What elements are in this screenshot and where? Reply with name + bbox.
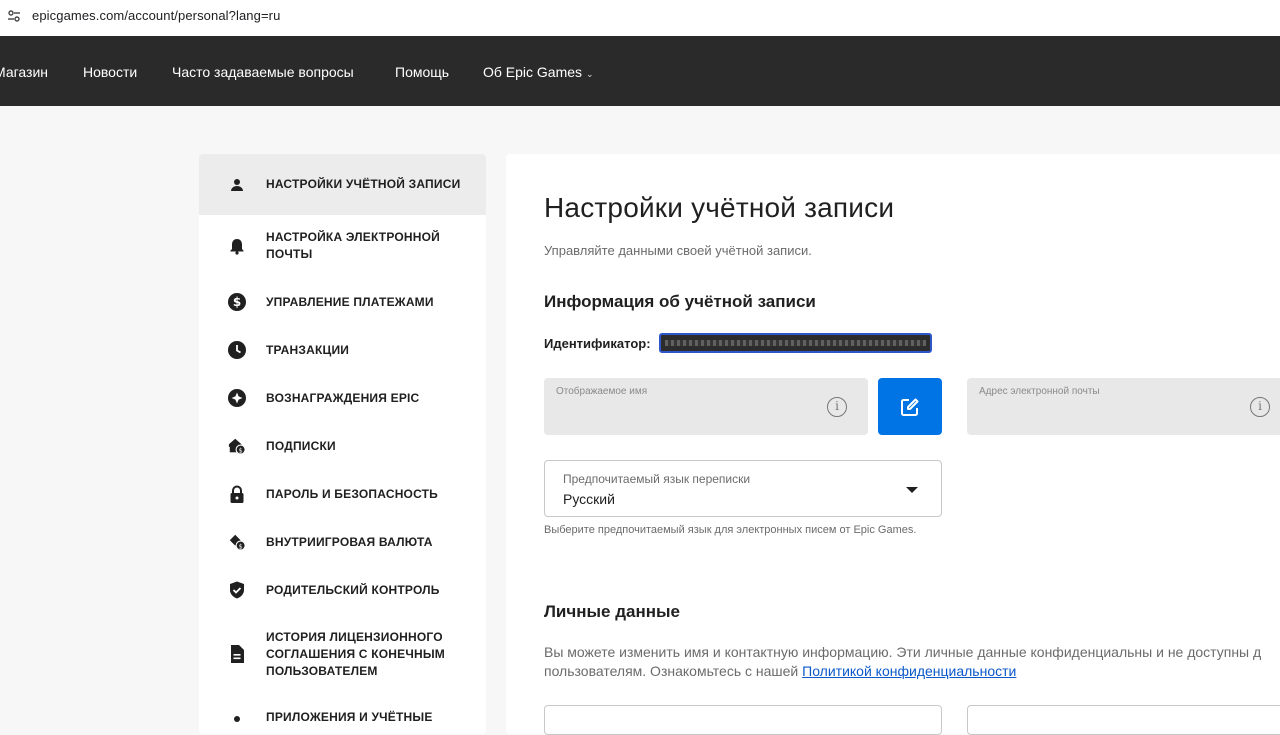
language-select-label: Предпочитаемый язык переписки — [563, 472, 751, 486]
person-icon — [228, 176, 246, 194]
sidebar-item-epic-rewards[interactable]: Вознаграждения Epic — [199, 378, 486, 418]
language-select-value: Русский — [563, 491, 615, 507]
sidebar-item-label: Настройка электронной почты — [266, 230, 440, 261]
sidebar-item-label: Настройки учётной записи — [266, 177, 461, 191]
nav-faq[interactable]: Часто задаваемые вопросы — [172, 36, 354, 106]
edit-icon — [901, 398, 919, 416]
url-text[interactable]: epicgames.com/account/personal?lang=ru — [32, 8, 280, 23]
bell-icon — [228, 237, 246, 255]
last-name-field[interactable] — [967, 705, 1280, 735]
site-settings-icon[interactable] — [7, 9, 21, 22]
chevron-down-icon: ⌄ — [586, 69, 594, 79]
nav-help[interactable]: Помощь — [395, 36, 449, 106]
email-field[interactable]: Адрес электронной почты i — [967, 378, 1280, 435]
sidebar-item-parental-controls[interactable]: Родительский контроль — [199, 570, 486, 610]
personal-data-line2-text: пользователям. Ознакомьтесь с нашей — [544, 663, 803, 679]
sidebar-item-password-security[interactable]: Пароль и безопасность — [199, 474, 486, 514]
nav-store[interactable]: Магазин — [0, 36, 48, 106]
nav-about-label: Об Epic Games — [483, 64, 583, 80]
sidebar-item-subscriptions[interactable]: $ Подписки — [199, 426, 486, 466]
dollar-icon: $ — [228, 293, 246, 311]
nav-about-epic[interactable]: Об Epic Games ⌄ — [483, 36, 594, 106]
personal-data-description: Вы можете изменить имя и контактную инфо… — [544, 643, 1280, 681]
clock-icon — [228, 341, 246, 359]
svg-text:$: $ — [239, 447, 243, 454]
subscription-icon: $ — [228, 437, 246, 455]
apps-icon — [228, 713, 246, 731]
language-select[interactable]: Предпочитаемый язык переписки Русский — [544, 460, 942, 517]
sidebar-item-label: Родительский контроль — [266, 582, 440, 597]
sidebar-item-label: Приложения и учётные — [266, 710, 433, 724]
display-name-field[interactable]: Отображаемое имя i — [544, 378, 868, 435]
svg-text:$: $ — [239, 543, 243, 550]
dropdown-caret-icon — [906, 487, 918, 493]
sidebar-item-payments[interactable]: $ Управление платежами — [199, 282, 486, 322]
sidebar-item-apps-accounts[interactable]: Приложения и учётные — [199, 707, 486, 734]
account-sidebar: Настройки учётной записи Настройка элект… — [199, 154, 486, 734]
sidebar-item-in-game-currency[interactable]: $ Внутриигровая валюта — [199, 522, 486, 562]
sidebar-item-label: Управление платежами — [266, 294, 434, 309]
document-icon — [228, 645, 246, 663]
shield-icon — [228, 581, 246, 599]
top-navigation: Магазин Новости Часто задаваемые вопросы… — [0, 36, 1280, 106]
edit-display-name-button[interactable] — [878, 378, 942, 435]
page-title: Настройки учётной записи — [544, 192, 895, 223]
sidebar-item-label: История лицензионного соглашения с конеч… — [266, 629, 445, 678]
sidebar-item-label: Вознаграждения Epic — [266, 390, 420, 405]
page-subtitle: Управляйте данными своей учётной записи. — [544, 243, 812, 258]
display-name-label: Отображаемое имя — [556, 386, 648, 397]
personal-data-heading: Личные данные — [544, 602, 680, 621]
sidebar-item-email-settings[interactable]: Настройка электронной почты — [199, 224, 486, 268]
info-icon[interactable]: i — [827, 397, 847, 417]
svg-text:$: $ — [233, 295, 241, 309]
lock-icon — [228, 485, 246, 503]
currency-icon: $ — [228, 533, 246, 551]
account-id-value-redacted[interactable] — [659, 333, 932, 353]
account-info-heading: Информация об учётной записи — [544, 292, 816, 311]
personal-data-line1: Вы можете изменить имя и контактную инфо… — [544, 644, 1262, 660]
sidebar-item-label: Внутриигровая валюта — [266, 534, 433, 549]
sidebar-item-transactions[interactable]: Транзакции — [199, 330, 486, 370]
browser-address-bar[interactable]: epicgames.com/account/personal?lang=ru — [0, 0, 1280, 30]
nav-news[interactable]: Новости — [83, 36, 137, 106]
star-icon — [228, 389, 246, 407]
email-label: Адрес электронной почты — [979, 386, 1100, 397]
personal-data-line2: пользователям. Ознакомьтесь с нашей Поли… — [544, 662, 1280, 681]
language-hint: Выберите предпочитаемый язык для электро… — [544, 524, 917, 536]
privacy-policy-link[interactable]: Политикой конфиденциальности — [802, 663, 1016, 679]
first-name-field[interactable] — [544, 705, 942, 735]
sidebar-item-label: Пароль и безопасность — [266, 486, 439, 501]
sidebar-item-account-settings[interactable]: Настройки учётной записи — [199, 154, 486, 215]
sidebar-item-label: Транзакции — [266, 342, 350, 357]
account-id-label: Идентификатор: — [544, 336, 651, 351]
sidebar-item-label: Подписки — [266, 438, 336, 453]
info-icon[interactable]: i — [1250, 397, 1270, 417]
sidebar-item-eula-history[interactable]: История лицензионного соглашения с конеч… — [199, 624, 486, 684]
